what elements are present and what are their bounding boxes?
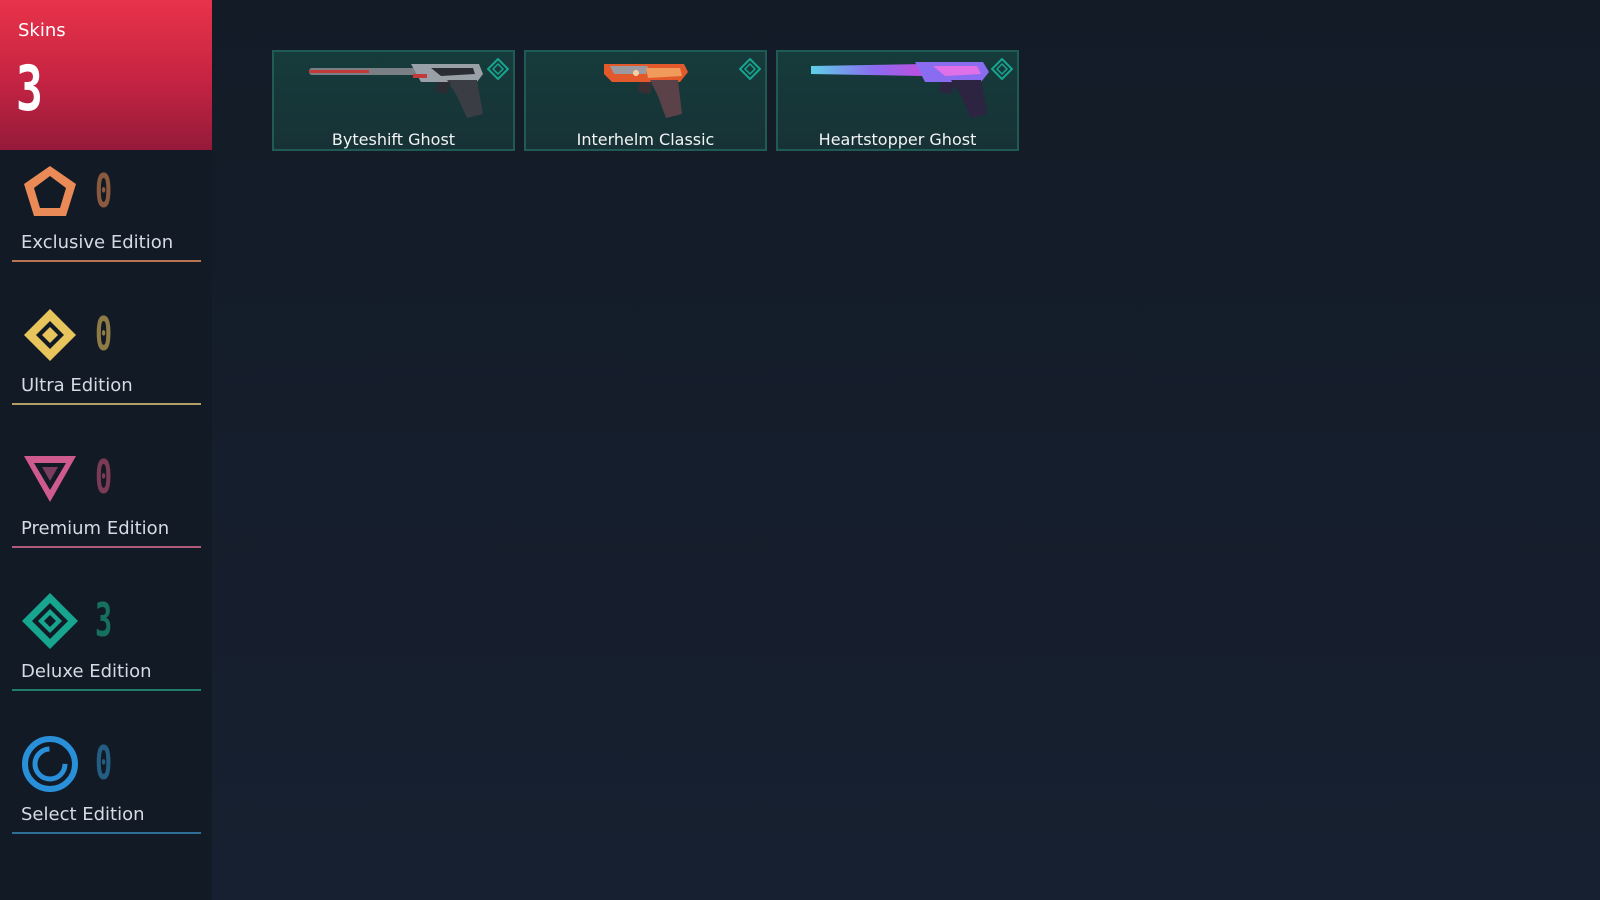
deluxe-tier-icon	[738, 57, 762, 81]
deluxe-tier-icon	[486, 57, 510, 81]
edition-deluxe[interactable]: 3 Deluxe Edition	[12, 579, 201, 691]
skins-total-count: 3	[16, 52, 43, 125]
skin-name: Byteshift Ghost	[331, 130, 456, 149]
skin-name: Heartstopper Ghost	[818, 130, 977, 149]
edition-premium[interactable]: 0 Premium Edition	[12, 436, 201, 548]
edition-name: Deluxe Edition	[21, 661, 152, 682]
ultra-edition-icon	[20, 305, 80, 365]
skin-name: Interhelm Classic	[576, 130, 715, 149]
skins-total-card[interactable]: Skins 3	[0, 0, 212, 150]
edition-select[interactable]: 0 Select Edition	[12, 722, 201, 834]
edition-count: 0	[95, 307, 113, 361]
skins-label: Skins	[18, 20, 66, 41]
select-edition-icon	[20, 734, 80, 794]
skin-card[interactable]: Byteshift Ghost	[272, 50, 515, 151]
deluxe-edition-icon	[20, 591, 80, 651]
edition-name: Ultra Edition	[21, 375, 133, 396]
exclusive-edition-icon	[20, 162, 80, 222]
edition-ultra[interactable]: 0 Ultra Edition	[12, 293, 201, 405]
ghost-pistol-icon	[778, 56, 1021, 124]
ghost-pistol-icon	[274, 56, 517, 124]
edition-sidebar: Skins 3 0 Exclusive Edition 0 Ultra Edit…	[0, 0, 212, 900]
edition-name: Select Edition	[21, 804, 145, 825]
premium-edition-icon	[20, 448, 80, 508]
skins-grid: Byteshift Ghost Interhelm Classic Hearts…	[272, 50, 1019, 151]
edition-count: 0	[95, 736, 113, 790]
edition-name: Exclusive Edition	[21, 232, 174, 253]
edition-count: 0	[95, 164, 113, 218]
deluxe-tier-icon	[990, 57, 1014, 81]
edition-count: 0	[95, 450, 113, 504]
skin-card[interactable]: Interhelm Classic	[524, 50, 767, 151]
classic-pistol-icon	[526, 56, 769, 124]
skin-card[interactable]: Heartstopper Ghost	[776, 50, 1019, 151]
edition-count: 3	[95, 593, 113, 647]
edition-exclusive[interactable]: 0 Exclusive Edition	[12, 150, 201, 262]
edition-name: Premium Edition	[21, 518, 170, 539]
